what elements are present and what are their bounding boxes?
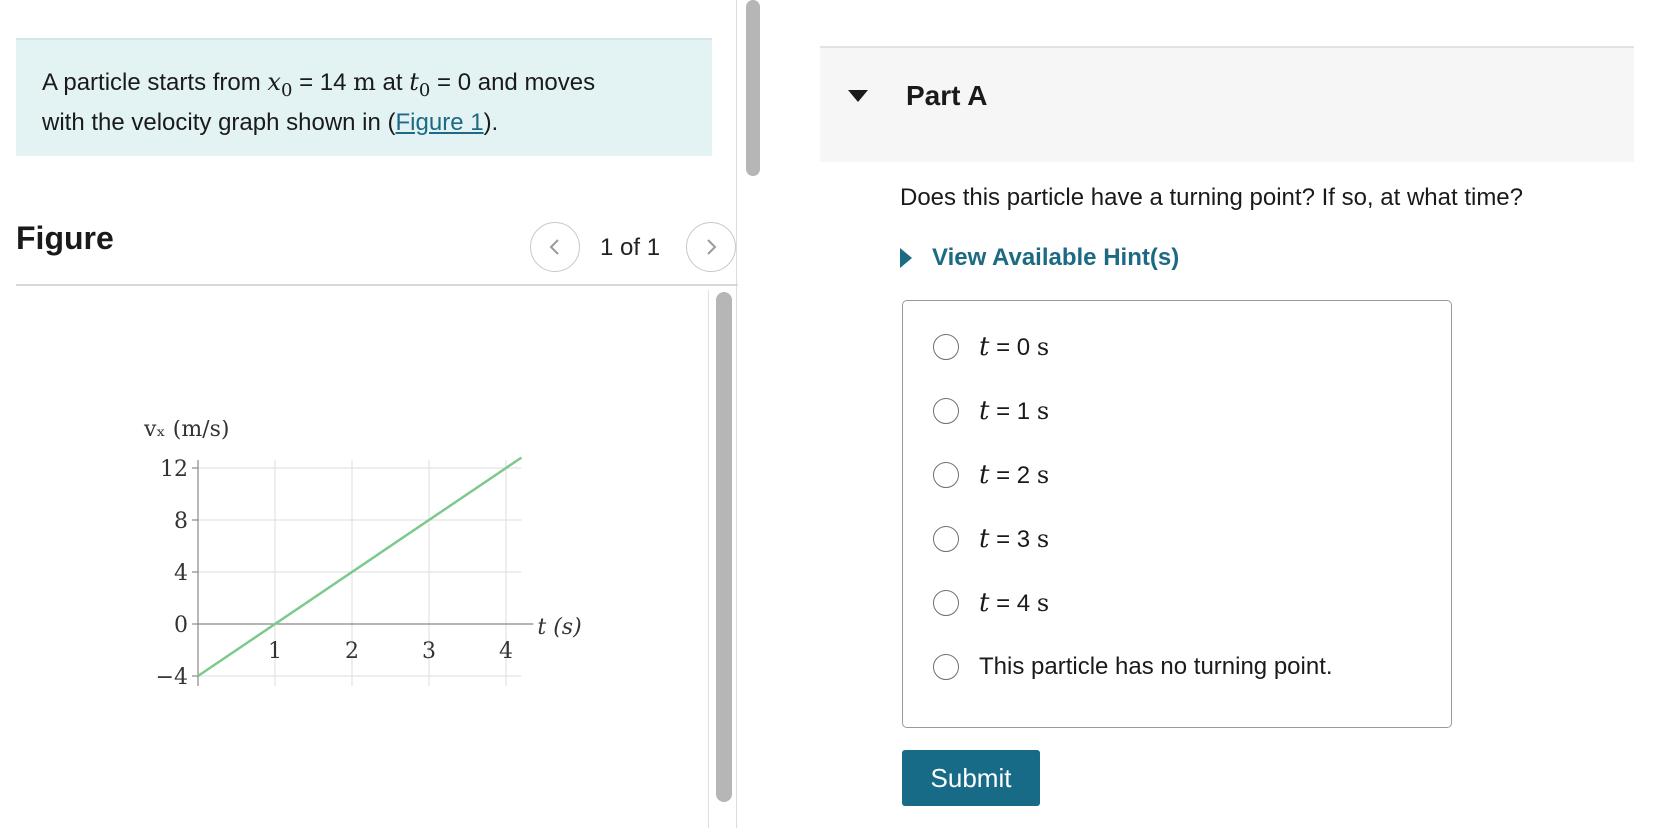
chevron-left-icon <box>549 239 559 255</box>
x-axis-label: t (s) <box>537 615 581 640</box>
hint-label: View Available Hint(s) <box>932 244 1180 271</box>
next-figure-button[interactable] <box>686 222 736 272</box>
figure-page-count: 1 of 1 <box>600 234 661 261</box>
radio-button[interactable] <box>933 590 959 616</box>
figure-divider <box>16 284 738 286</box>
option-t3[interactable]: t = 3 s <box>933 519 1049 559</box>
option-label: t = 2 s <box>979 460 1050 490</box>
option-t2[interactable]: t = 2 s <box>933 455 1049 495</box>
figure-title: Figure <box>16 220 114 256</box>
y-tick-label: 4 <box>174 561 188 586</box>
x-tick-label: 4 <box>499 639 513 664</box>
part-title: Part A <box>906 80 988 111</box>
option-label: t = 0 s <box>979 332 1050 362</box>
velocity-chart: 12840−41 2 3 4vₓ (m/s)t (s) <box>143 420 582 690</box>
y-tick-label: −4 <box>156 665 188 690</box>
radio-button[interactable] <box>933 462 959 488</box>
caret-right-icon <box>900 248 912 268</box>
problem-line-1: A particle starts from x0 = 14 m at t0 =… <box>42 68 596 101</box>
radio-button[interactable] <box>933 398 959 424</box>
option-label: This particle has no turning point. <box>979 653 1333 680</box>
option-t0[interactable]: t = 0 s <box>933 327 1049 367</box>
problem-line-2: with the velocity graph shown in (Figure… <box>42 108 499 136</box>
previous-figure-button[interactable] <box>530 222 580 272</box>
problem-statement: A particle starts from x0 = 14 m at t0 =… <box>16 38 712 156</box>
left-pane: A particle starts from x0 = 14 m at t0 =… <box>0 0 740 828</box>
x-tick-label: 1 <box>268 639 282 664</box>
option-no-turning-point[interactable]: This particle has no turning point. <box>933 647 1333 687</box>
option-label: t = 4 s <box>979 588 1050 618</box>
radio-button[interactable] <box>933 654 959 680</box>
submit-button[interactable]: Submit <box>902 750 1040 806</box>
figure-link[interactable]: Figure 1 <box>396 109 484 136</box>
y-tick-label: 8 <box>174 509 188 534</box>
part-a-header[interactable]: Part A <box>820 46 1634 162</box>
view-hints-toggle[interactable]: View Available Hint(s) <box>900 244 1179 272</box>
velocity-line <box>197 456 523 678</box>
y-tick-label: 0 <box>174 613 188 638</box>
option-t1[interactable]: t = 1 s <box>933 391 1049 431</box>
option-t4[interactable]: t = 4 s <box>933 583 1049 623</box>
option-label: t = 1 s <box>979 396 1050 426</box>
left-pane-scrollbar-thumb[interactable] <box>746 0 760 176</box>
y-axis-label: vₓ (m/s) <box>143 420 229 442</box>
question-text: Does this particle have a turning point?… <box>900 184 1524 211</box>
figure-scrollbar-thumb[interactable] <box>716 292 732 802</box>
radio-button[interactable] <box>933 526 959 552</box>
x-tick-label: 2 <box>345 639 359 664</box>
answer-options: t = 0 s t = 1 s t = 2 s t = 3 s t = 4 s … <box>902 300 1452 728</box>
x-tick-label: 3 <box>422 639 436 664</box>
option-label: t = 3 s <box>979 524 1050 554</box>
radio-button[interactable] <box>933 334 959 360</box>
caret-down-icon <box>848 90 868 102</box>
y-tick-label: 12 <box>160 457 188 482</box>
chevron-right-icon <box>707 239 717 255</box>
